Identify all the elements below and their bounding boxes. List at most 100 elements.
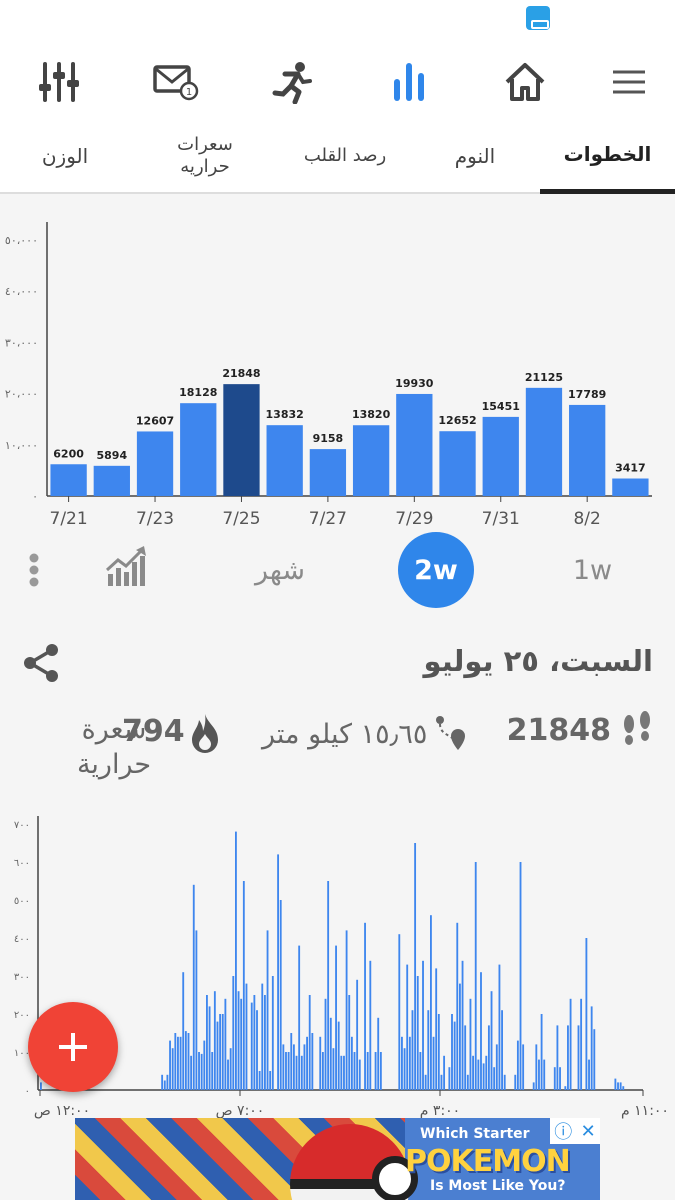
activity-icon [272, 62, 312, 104]
trend-button[interactable] [104, 544, 150, 590]
tab-steps[interactable]: الخطوات [540, 118, 675, 194]
bar [292, 1044, 295, 1090]
category-tabs: الخطوات النوم رصد القلب سعرات حراريه الو… [0, 118, 675, 194]
bar [227, 1059, 229, 1090]
ad-close-icon[interactable]: ✕ [581, 1121, 596, 1142]
selected-date-row: السبت، ٢٥ يوليو [0, 636, 675, 696]
x-tick-label: ١٢:٠٠ ص [34, 1103, 90, 1119]
bar [461, 960, 464, 1090]
bar [469, 998, 472, 1090]
ad-info-icon[interactable]: ⓘ [554, 1118, 572, 1144]
bar [223, 384, 260, 496]
selected-date-title: السبت، ٢٥ يوليو [423, 644, 653, 678]
bar [408, 1036, 411, 1090]
bar [358, 1059, 361, 1090]
bar [221, 1014, 224, 1090]
share-button[interactable] [20, 642, 62, 684]
bar [340, 1055, 343, 1090]
settings-sliders-button[interactable] [33, 56, 85, 108]
ad-banner[interactable]: Which Starter POKEMON Is Most Like You? … [75, 1118, 600, 1200]
bar [580, 998, 583, 1090]
trend-chart-icon [105, 546, 146, 586]
bar [319, 1036, 322, 1090]
tab-heart-rate[interactable]: رصد القلب [280, 118, 410, 194]
menu-button[interactable] [603, 56, 655, 108]
bar [612, 478, 649, 496]
bar [364, 922, 366, 1090]
bar [569, 998, 572, 1090]
bar [485, 1055, 488, 1090]
bar [419, 1052, 422, 1090]
home-button[interactable] [499, 56, 551, 108]
bar [329, 1017, 332, 1090]
activity-button[interactable] [267, 56, 319, 108]
tab-weight[interactable]: الوزن [20, 118, 110, 194]
bar [50, 464, 87, 496]
bar-value-label: 5894 [97, 449, 128, 462]
bar [271, 976, 274, 1090]
y-tick-label: ٠ [32, 490, 38, 503]
bar [567, 1025, 569, 1090]
plus-icon [59, 1033, 87, 1061]
bar [256, 1010, 258, 1090]
bar [556, 1025, 559, 1090]
bar [451, 1014, 453, 1090]
home-icon [505, 63, 545, 101]
y-tick-label: ٧٠٠ [14, 820, 30, 831]
x-tick-label: 7/31 [482, 509, 520, 529]
range-month-button[interactable]: شهر [240, 540, 320, 600]
tab-calories[interactable]: سعرات حراريه [160, 118, 250, 194]
bar [258, 1071, 261, 1090]
bar [353, 1052, 356, 1090]
bar [245, 983, 248, 1090]
messages-button[interactable]: 1 [150, 56, 202, 108]
bar [458, 983, 461, 1090]
bar [535, 1044, 538, 1090]
bar-value-label: 12607 [136, 414, 174, 427]
bar [474, 862, 477, 1090]
bar [435, 968, 438, 1090]
bar [200, 1053, 203, 1090]
bar [237, 991, 240, 1090]
bar [219, 1014, 222, 1090]
y-tick-label: ٤٠،٠٠٠ [5, 285, 38, 298]
bar [356, 979, 359, 1090]
bar [163, 1080, 166, 1090]
range-1w-button[interactable]: 1w [555, 540, 630, 600]
bar [430, 915, 432, 1090]
bar [240, 998, 243, 1090]
y-tick-label: ٢٠٠ [14, 1010, 30, 1021]
mail-icon: 1 [153, 65, 199, 101]
bar [285, 1052, 287, 1090]
y-tick-label: ٤٠٠ [14, 934, 30, 945]
bar-value-label: 13832 [266, 408, 304, 421]
bar [263, 995, 266, 1090]
x-tick-label: 7/27 [309, 509, 347, 529]
steps-value: 21848 [506, 712, 611, 748]
bar [525, 387, 563, 496]
bar [266, 930, 269, 1090]
bar [416, 976, 419, 1090]
bar [366, 1052, 369, 1090]
bar-value-label: 13820 [352, 408, 391, 421]
bar [538, 1059, 540, 1090]
bar [269, 1071, 272, 1090]
x-tick-label: 7/21 [50, 509, 88, 529]
tab-sleep[interactable]: النوم [420, 118, 530, 194]
bar-value-label: 19930 [395, 377, 434, 390]
top-toolbar: 1 [0, 36, 675, 126]
more-options-button[interactable] [20, 548, 48, 592]
bar [448, 1067, 451, 1090]
bar [456, 922, 459, 1090]
add-button[interactable] [28, 1002, 118, 1092]
bar [590, 1006, 593, 1090]
bar [332, 1048, 335, 1090]
bar [300, 1055, 303, 1090]
bar [337, 1021, 340, 1090]
range-2w-button[interactable]: 2w [398, 532, 474, 608]
bar [213, 991, 216, 1090]
statistics-button[interactable] [383, 56, 435, 108]
bar-value-label: 17789 [568, 388, 606, 401]
bar [195, 930, 198, 1090]
bar [136, 431, 174, 496]
